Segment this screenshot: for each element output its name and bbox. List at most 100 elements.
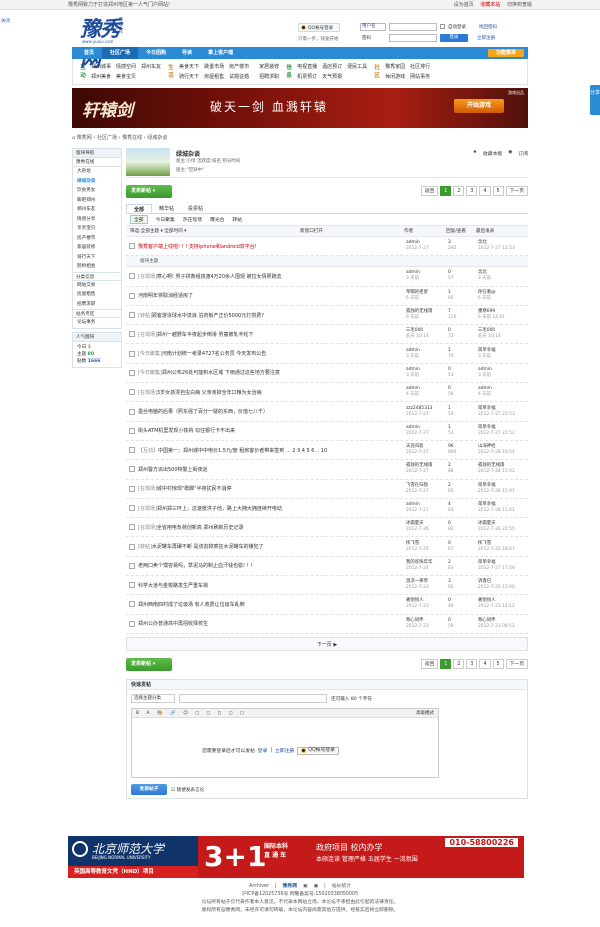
sidebar-item[interactable]: 聊吧郑州 (73, 196, 121, 206)
sidebar-item[interactable]: 亲亲宝贝 (73, 224, 121, 234)
thread-title[interactable]: 老两口卖个馍容易吗，草泥马的制止血汗钱也偷! ! ! (138, 562, 406, 569)
last-user[interactable]: 称心同伴 (478, 618, 496, 623)
category-link[interactable]: 电视直播 (297, 63, 317, 70)
function-menu-button[interactable]: 功能菜单 (488, 49, 524, 57)
sidebar-item[interactable]: 网站交易 (73, 281, 121, 291)
category-link[interactable]: 跳蚤市场 (204, 63, 224, 70)
footer-site-link[interactable]: 豫秀网 (283, 883, 297, 891)
table-row[interactable]: 老两口卖个馍容易吗，草泥马的制止血汗钱也偷! ! ! 我的欢快年华 2012-7-2… (126, 557, 528, 577)
page-button[interactable]: 2 (453, 186, 465, 196)
table-row[interactable]: [在现场]寒心啊! 男子拼救组孩渡4万20余人围观 被拉女情照跑去 admin 3 … (126, 267, 528, 287)
thread-title[interactable]: [在现场]郑州郑三环上，这速度洪子他，路上大拥大拥连续开电动 (138, 505, 406, 512)
author-name[interactable]: 三毛000 (406, 328, 423, 333)
author-name[interactable]: 天涯归客 (406, 444, 424, 449)
next-page-button[interactable]: 下一页 ▶ (126, 636, 528, 651)
category-link[interactable]: 天气预报 (322, 73, 342, 80)
table-row[interactable]: [今日聚集]河南计划统一考录4727名公务员 今天发布公告 admin 3 天前 1 7… (126, 344, 528, 364)
page-button[interactable]: 5 (492, 658, 504, 669)
thread-title-text[interactable]: 中国第一：郑州城中中电价1.5元/度 租房客价者带来签到 ... 2 3 4 5… (158, 448, 327, 454)
thread-category[interactable]: [转帖] (138, 544, 152, 550)
page-back-button[interactable]: 返回 (420, 186, 439, 196)
last-user[interactable]: 简单幸福 (478, 560, 496, 565)
last-user[interactable]: 简单幸福 (478, 348, 496, 353)
category-link[interactable]: 房产楼市 (229, 63, 249, 70)
thread-category[interactable]: [在现场] (138, 332, 157, 338)
nav-item-guide[interactable]: 导读 (174, 47, 200, 59)
thread-category[interactable]: [转帖] (138, 313, 152, 319)
category-link[interactable]: 房屋租售 (204, 73, 224, 80)
topic-type-select[interactable]: 选择主题分类 (131, 693, 175, 703)
thread-title[interactable]: [在现场]郑州一越野车半夜起步倒滑 男童被轧丰轮下 (138, 331, 406, 338)
find-password-link[interactable]: 找回密码 (479, 24, 497, 30)
sidebar-item[interactable]: 情感分享 (73, 215, 121, 225)
thread-title-text[interactable]: 郑州警方派出500特警上街夜巡 (138, 467, 208, 473)
thread-category[interactable]: [在现场] (138, 274, 157, 280)
login-button[interactable]: 登录 (440, 33, 468, 42)
table-row[interactable]: 【互动】中国第一：郑州城中中电价1.5元/度 租房客价者带来签到 ... 2 3… (126, 441, 528, 461)
table-row[interactable]: 墨丝电脑的后果（照东强了百分一疑的东西，价值七八千） zzz2485313 2012… (126, 402, 528, 422)
last-user[interactable]: 简单幸福 (478, 483, 496, 488)
sidebar-item[interactable]: 房产楼市 (73, 234, 121, 244)
table-row[interactable]: [在现场]郑州郑三环上，这速度洪子他，路上大拥大拥连续开电动 admin 2012-… (126, 499, 528, 519)
page-button[interactable]: 3 (466, 658, 478, 669)
table-row[interactable]: [在现场]郑州一越野车半夜起步倒滑 男童被轧丰轮下 三毛000 前天 10:14 0 7… (126, 325, 528, 345)
category-link[interactable]: 招聘求职 (259, 73, 279, 80)
table-row[interactable]: [今日聚集]郑州公布26处可能积水区域 下雨通过这些地方要注意 admin 3 天前… (126, 364, 528, 384)
thread-title[interactable]: 街头ATM机里发现小铁钩 勾住银行卡不出来 (138, 427, 406, 434)
site-logo[interactable]: 豫秀文化 豫秀网 www.yuxiu.com (74, 13, 136, 71)
username-type-select[interactable]: 用户名 (360, 22, 386, 31)
qq-login-button[interactable]: QQ帐号登录 (298, 23, 340, 32)
last-user[interactable]: 冰霜夏天 (478, 521, 496, 526)
post-editor[interactable]: B A 🎨 🔗 ☺ ◻ ◻ ◻ ◻ ◻ 高级模式 您需要登录后才可以发帖 登录 |… (131, 707, 439, 778)
page-button[interactable]: 4 (479, 186, 491, 196)
new-post-button[interactable]: 发表新帖 ▾ (126, 657, 172, 671)
category-link[interactable]: 郑州美食 (91, 73, 111, 80)
category-link[interactable]: 酒店预订 (322, 63, 342, 70)
last-user[interactable]: 念北 (478, 270, 487, 275)
thread-title-text[interactable]: 寒心啊! 男子拼救组孩渡4万20余人围观 被拉女情照跑去 (157, 274, 282, 280)
password-input[interactable] (389, 33, 437, 42)
table-row[interactable]: 科学大道与金梭路发生严重车祸 温凉一律草 2012-7-23 3 92 诉香已 2012-7… (126, 576, 528, 596)
icp-info[interactable]: 沪ICP备12025736号 网警备案号:15020338050005 (0, 891, 600, 899)
filter-item[interactable]: 热在现场 (183, 216, 202, 223)
page-button[interactable]: 4 (479, 658, 491, 669)
post-title-input[interactable] (179, 693, 327, 703)
author-name[interactable]: 孤独的无线雨 (406, 309, 432, 314)
pinned-row[interactable]: 豫秀客户端上线啦! ! ! 支持iphone和android双平台! admin… (126, 237, 528, 257)
tab-digest[interactable]: 精华帖 (152, 204, 181, 213)
thread-category[interactable]: [在现场] (138, 390, 157, 396)
table-row[interactable]: 河南明年将取消经适房了 草帽的拒星 6 天前 1 66 你在看@ 6 天前 (126, 287, 528, 306)
nav-item-groupbuy[interactable]: 今日团购 (138, 47, 174, 59)
thread-title-text[interactable]: 郑州公布26处可能积水区域 下雨通过这些地方要注意 (162, 370, 280, 376)
author-name[interactable]: 草帽的拒星 (406, 290, 428, 295)
sidebar-item[interactable]: 论坛事务 (73, 318, 121, 328)
table-row[interactable]: [在现场]城中村惊现"歇脚"半夜扰民不消停 飞雪在归隐 2012-7-27 2 65 简单… (126, 480, 528, 499)
editor-login-link[interactable]: 登录 (258, 747, 268, 754)
editor-register-link[interactable]: 立即注册 (275, 747, 294, 754)
thread-title[interactable]: 河南明年将取消经适房了 (138, 292, 406, 299)
thread-title[interactable]: [转帖]顾客游泳球水中流浪 泊药板产正价5000元打捞费? (138, 312, 406, 319)
thread-title[interactable]: 墨丝电脑的后果（照东强了百分一疑的东西，价值七八千） (138, 408, 406, 415)
thread-title-text[interactable]: 科学大道与金梭路发生严重车祸 (138, 583, 208, 589)
author-name[interactable]: 我的欢快年华 (406, 560, 432, 565)
category-link[interactable]: 便民工具 (347, 63, 367, 70)
share-button[interactable]: 分享 (590, 85, 600, 115)
last-user[interactable]: 简单幸福 (478, 425, 496, 430)
last-user[interactable]: admin (478, 386, 492, 391)
filter-item[interactable]: 曝光台 (210, 216, 224, 223)
table-row[interactable]: [转帖]水泥罐车再碾不断 是该割掉疯狂水泥罐车的嫌犯了 挥飞雪 2012-7-25 0… (126, 537, 528, 557)
banner-play-button[interactable]: 开始游戏 (454, 99, 504, 113)
thread-title[interactable]: 郑州警方派出500特警上街夜巡 (138, 466, 406, 473)
category-link[interactable]: 试婚征婚 (229, 73, 249, 80)
thread-title-text[interactable]: 郑州公办普通高中再招收择校生 (138, 621, 208, 627)
filter-item[interactable]: 全部 (130, 215, 148, 224)
last-user[interactable]: 简单幸福 (478, 406, 496, 411)
nav-item-square[interactable]: 社区广场 (102, 47, 139, 59)
sidebar-group-title[interactable]: 站务专区 (73, 309, 121, 318)
thread-title[interactable]: [今日聚集]河南计划统一考录4727名公务员 今天发布公告 (138, 350, 406, 357)
sidebar-item[interactable]: 招聘求职 (73, 300, 121, 310)
last-user[interactable]: 山海神经 (478, 444, 496, 449)
subscribe-button[interactable]: 订阅 (518, 150, 528, 157)
page-next-button[interactable]: 下一页 (505, 658, 528, 669)
page-back-button[interactable]: 返回 (420, 658, 439, 669)
